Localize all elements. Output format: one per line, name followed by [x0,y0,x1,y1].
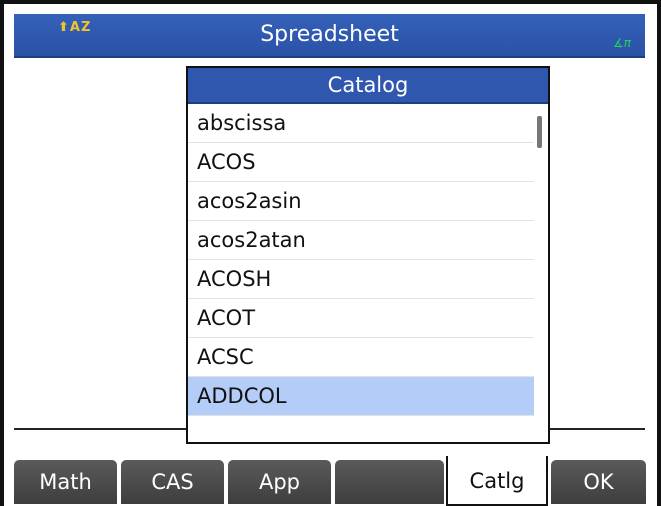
softkey-math[interactable]: Math [14,460,117,504]
catalog-scrollbar[interactable] [537,116,542,148]
catalog-item[interactable]: abscissa [188,104,534,143]
catalog-item[interactable]: ACOS [188,143,534,182]
catalog-title: Catalog [188,68,548,104]
angle-mode-icon: ∡π [613,36,631,50]
app-title: Spreadsheet [260,22,399,47]
softkey-ok[interactable]: OK [551,460,646,504]
softkey-app[interactable]: App [228,460,331,504]
softkey-blank[interactable] [335,460,444,504]
catalog-item[interactable]: ACOT [188,299,534,338]
catalog-item[interactable]: ACOSH [188,260,534,299]
softkey-menu: Math CAS App Catlg OK [14,456,647,506]
softkey-cas[interactable]: CAS [121,460,224,504]
catalog-item-selected[interactable]: ADDCOL [188,377,534,416]
catalog-list[interactable]: abscissa ACOS acos2asin acos2atan ACOSH … [188,104,548,416]
catalog-item[interactable]: ACSC [188,338,534,377]
app-titlebar: ⬆AZ Spreadsheet ∡π [14,14,645,58]
catalog-popup: Catalog abscissa ACOS acos2asin acos2ata… [186,66,550,444]
softkey-catlg[interactable]: Catlg [446,456,548,506]
catalog-item[interactable]: acos2asin [188,182,534,221]
catalog-item[interactable]: acos2atan [188,221,534,260]
